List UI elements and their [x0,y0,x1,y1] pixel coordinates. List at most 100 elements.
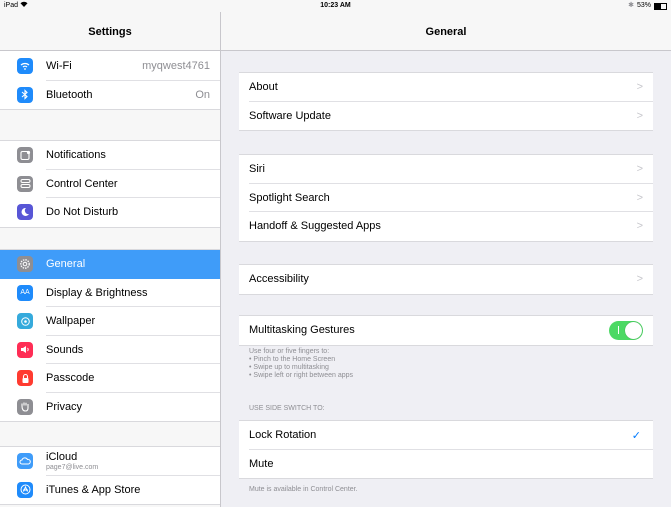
sidebar-item-text: Wallpaper [46,315,95,327]
general-item-handoff-suggested-apps[interactable]: Handoff & Suggested Apps > [239,212,653,241]
sidebar-item-text: Do Not Disturb [46,206,118,218]
sidebar-item-control-center[interactable]: Control Center [0,170,220,198]
multitasking-gestures-label: Multitasking Gestures [249,324,355,337]
multitasking-footer-line: • Swipe up to multitasking [249,364,329,371]
status-time: 10:23 AM [320,2,351,9]
sidebar-item-text: Display & Brightness [46,287,148,299]
sidebar-group-notifications: Notifications Control Center Do Not Distur… [0,140,220,228]
gear-icon [17,256,33,273]
side-switch-footer: Mute is available in Control Center. [249,486,358,493]
sidebar-item-label: Do Not Disturb [46,206,119,219]
sidebar-group-accounts: iCloud page7@live.com iTunes & App Store [0,446,220,505]
sidebar-item-label: Control Center [46,177,118,190]
hand-icon [17,398,33,415]
cloud-icon [17,453,33,470]
general-group-about: About > Software Update > [239,72,653,131]
general-item-label: Spotlight Search [249,191,330,204]
sidebar-item-wi-fi[interactable]: Wi-Fi myqwest4761 [0,52,220,81]
sidebar-item-value: myqwest4761 [142,60,210,73]
settings-sidebar: Settings Wi-Fi myqwest4761 Bluetooth On Not… [0,12,221,507]
sidebar-navbar: Settings [0,12,220,51]
sidebar-item-label: General [46,258,86,271]
sidebar-item-itunes-app-store[interactable]: iTunes & App Store [0,476,220,505]
sidebar-item-text: Bluetooth [46,89,92,101]
side-switch-mute[interactable]: Mute [239,450,653,479]
chevron-right-icon: > [636,191,643,204]
notifications-icon [17,147,33,164]
general-group-siri: Siri > Spotlight Search > Handoff & Suggeste… [239,154,653,242]
chevron-right-icon: > [636,163,643,176]
general-item-label: Siri [249,163,265,176]
battery-icon [654,2,667,10]
battery-percent: 53% [636,2,651,9]
side-switch-group: Lock Rotation ✓ Mute [239,420,653,479]
general-detail-pane: General About > Software Update > Siri > Spot… [221,12,671,507]
sidebar-title: Settings [88,26,132,38]
status-right: ✱ 53% [628,0,667,12]
app-store-icon [17,481,33,498]
side-switch-lock-rotation[interactable]: Lock Rotation ✓ [239,421,653,450]
sidebar-item-text: Wi-Fi [46,60,72,72]
wallpaper-icon [17,313,33,330]
sidebar-item-general[interactable]: General [0,250,220,279]
sidebar-item-label: Privacy [46,400,83,413]
sidebar-item-privacy[interactable]: Privacy [0,393,220,422]
status-bar: iPad 10:23 AM ✱ 53% [0,0,671,12]
general-item-label: About [249,81,278,94]
general-item-label: Software Update [249,109,331,122]
sidebar-group-general: General AA Display & Brightness Wallpaper So… [0,249,220,422]
multitasking-footer-line: Use four or five fingers to: [249,348,330,355]
sidebar-item-label: Wallpaper [46,315,96,328]
sidebar-item-text: iCloud page7@live.com [46,451,98,471]
chevron-right-icon: > [636,220,643,233]
side-switch-header: USE SIDE SWITCH TO: [249,405,325,412]
sidebar-item-display-brightness[interactable]: AA Display & Brightness [0,279,220,307]
sidebar-item-subtitle: page7@live.com [46,464,99,472]
multitasking-footer: Use four or five fingers to: • Pinch to … [249,348,353,380]
sidebar-item-bluetooth[interactable]: Bluetooth On [0,81,220,110]
detail-title: General [425,26,467,38]
lock-icon [17,370,33,387]
sidebar-item-text: iTunes & App Store [46,484,140,496]
general-group-multitasking: Multitasking Gestures [239,315,653,346]
sidebar-item-label: Wi-Fi [46,60,72,73]
chevron-right-icon: > [636,109,643,122]
wifi-icon [17,58,33,75]
sidebar-item-text: Passcode [46,372,94,384]
sidebar-item-notifications[interactable]: Notifications [0,141,220,170]
sidebar-item-text: Control Center [46,178,118,190]
sidebar-item-do-not-disturb[interactable]: Do Not Disturb [0,198,220,227]
display-icon: AA [17,284,33,301]
multitasking-footer-line: • Pinch to the Home Screen [249,356,336,363]
chevron-right-icon: > [636,273,643,286]
detail-navbar: General [221,12,671,51]
bluetooth-icon [17,86,33,103]
sidebar-item-label: Passcode [46,372,95,385]
moon-icon [17,204,33,221]
general-item-label: Accessibility [249,273,309,286]
sidebar-item-sounds[interactable]: Sounds [0,336,220,364]
mute-label: Mute [249,457,274,470]
sidebar-item-wallpaper[interactable]: Wallpaper [0,307,220,336]
sidebar-item-value: On [195,88,210,101]
general-item-label: Handoff & Suggested Apps [249,220,381,233]
lock-rotation-label: Lock Rotation [249,429,317,442]
general-item-siri[interactable]: Siri > [239,155,653,184]
multitasking-gestures-row: Multitasking Gestures [239,316,653,345]
sidebar-item-icloud[interactable]: iCloud page7@live.com [0,447,220,476]
sidebar-item-label: iCloud [46,451,78,464]
sidebar-item-label: Display & Brightness [46,286,148,299]
sidebar-item-passcode[interactable]: Passcode [0,364,220,393]
control-center-icon [17,175,33,192]
multitasking-footer-line: • Swipe left or right between apps [249,372,354,379]
general-group-accessibility: Accessibility > [239,264,653,295]
sidebar-item-label: Sounds [46,343,84,356]
chevron-right-icon: > [636,81,643,94]
general-item-spotlight-search[interactable]: Spotlight Search > [239,184,653,212]
multitasking-gestures-toggle[interactable] [609,321,643,340]
general-item-about[interactable]: About > [239,73,653,102]
general-item-software-update[interactable]: Software Update > [239,102,653,131]
bluetooth-status-icon: ✱ [628,2,634,9]
general-item-accessibility[interactable]: Accessibility > [239,265,653,294]
sidebar-item-text: General [46,258,85,270]
